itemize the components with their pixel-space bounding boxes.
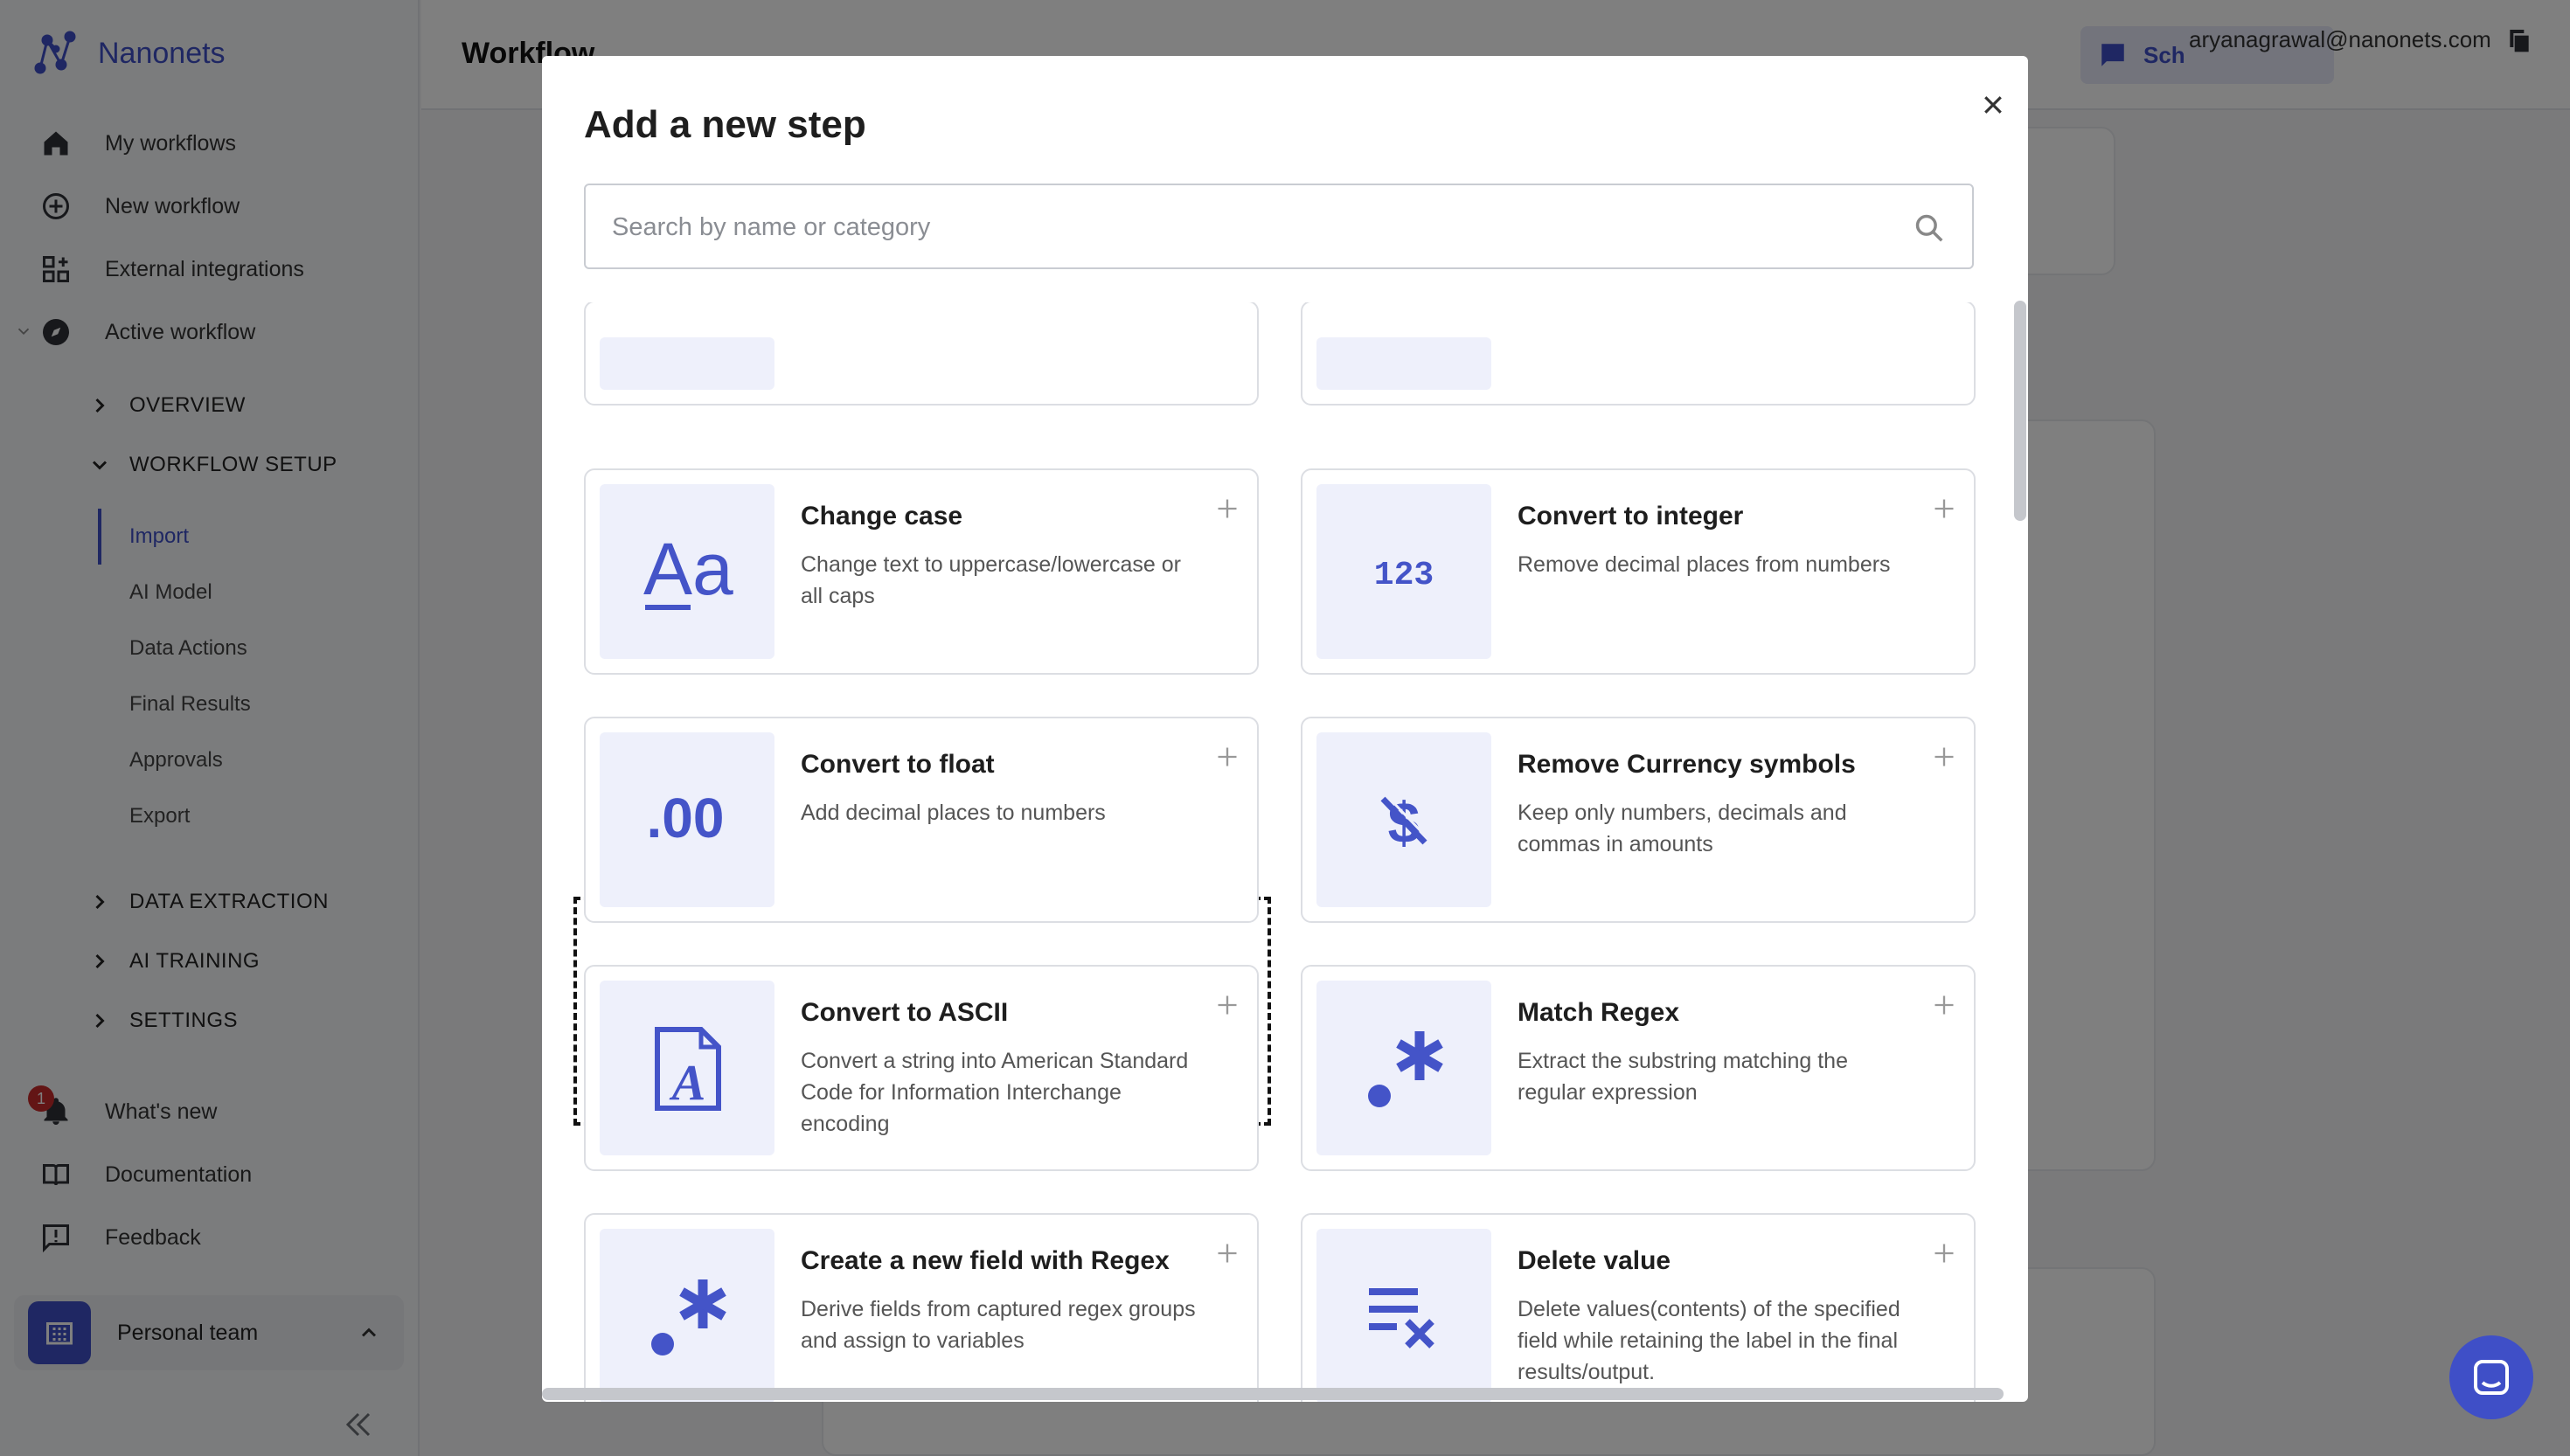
svg-text:123: 123 [1374,557,1434,594]
step-title: Create a new field with Regex [801,1246,1170,1275]
horizontal-scrollbar[interactable] [542,1388,2004,1400]
step-title: Convert to float [801,750,995,779]
close-button[interactable] [1974,86,2012,124]
add-icon[interactable] [1932,993,1956,1017]
step-title: Remove Currency symbols [1518,750,1856,779]
search-input[interactable] [612,208,1871,246]
add-icon[interactable] [1932,496,1956,521]
add-icon[interactable] [1215,745,1240,769]
step-tile [600,337,774,390]
step-card-convert-to-float[interactable]: .00 Convert to float Add decimal places … [584,717,1259,923]
search-box[interactable] [584,184,1974,269]
regex-icon [1316,981,1491,1155]
step-card-convert-to-ascii[interactable]: A Convert to ASCII Convert a string into… [584,965,1259,1171]
add-icon[interactable] [1215,496,1240,521]
modal-title: Add a new step [584,103,866,146]
add-icon[interactable] [1932,1241,1956,1265]
step-card-change-case[interactable]: Aa Change case Change text to uppercase/… [584,468,1259,675]
text-case-icon: Aa [600,484,774,659]
step-card[interactable] [1301,302,1976,406]
chat-icon [2474,1360,2509,1395]
float-icon: .00 [600,732,774,907]
step-tile [1316,337,1491,390]
step-card-create-field-with-regex[interactable]: Create a new field with Regex Derive fie… [584,1213,1259,1402]
step-title: Convert to integer [1518,502,1744,530]
step-description: Remove decimal places from numbers [1518,552,1891,577]
svg-text:Aa: Aa [643,528,733,610]
step-description: Delete values(contents) of the specified… [1518,1297,1900,1384]
search-icon[interactable] [1913,211,1946,245]
delete-value-icon [1316,1229,1491,1402]
svg-text:.00: .00 [647,787,725,849]
regex-icon [600,1229,774,1402]
step-card[interactable] [584,302,1259,406]
step-card-convert-to-integer[interactable]: 123 Convert to integer Remove decimal pl… [1301,468,1976,675]
step-description: Convert a string into American Standard … [801,1049,1189,1136]
add-icon[interactable] [1215,1241,1240,1265]
no-currency-icon: $ [1316,732,1491,907]
step-card-remove-currency-symbols[interactable]: $ Remove Currency symbols Keep only numb… [1301,717,1976,923]
add-icon[interactable] [1932,745,1956,769]
add-step-modal: Add a new step Aa Change case Change tex… [542,56,2028,1402]
step-title: Change case [801,502,963,530]
svg-text:A: A [670,1054,706,1111]
vertical-scrollbar[interactable] [2014,301,2026,521]
step-card-delete-value[interactable]: Delete value Delete values(contents) of … [1301,1213,1976,1402]
ascii-icon: A [600,981,774,1155]
step-title: Convert to ASCII [801,998,1009,1027]
steps-list[interactable]: Aa Change case Change text to uppercase/… [542,302,2028,1402]
chat-support-button[interactable] [2449,1335,2533,1419]
step-title: Delete value [1518,1246,1671,1275]
close-icon [1984,96,2002,114]
step-card-match-regex[interactable]: Match Regex Extract the substring matchi… [1301,965,1976,1171]
step-title: Match Regex [1518,998,1680,1027]
step-description: Derive fields from captured regex groups… [801,1297,1196,1353]
step-description: Change text to uppercase/lowercase or al… [801,552,1181,608]
add-icon[interactable] [1215,993,1240,1017]
step-description: Extract the substring matching the regul… [1518,1049,1848,1105]
step-description: Keep only numbers, decimals and commas i… [1518,801,1847,856]
step-description: Add decimal places to numbers [801,801,1106,825]
integer-icon: 123 [1316,484,1491,659]
